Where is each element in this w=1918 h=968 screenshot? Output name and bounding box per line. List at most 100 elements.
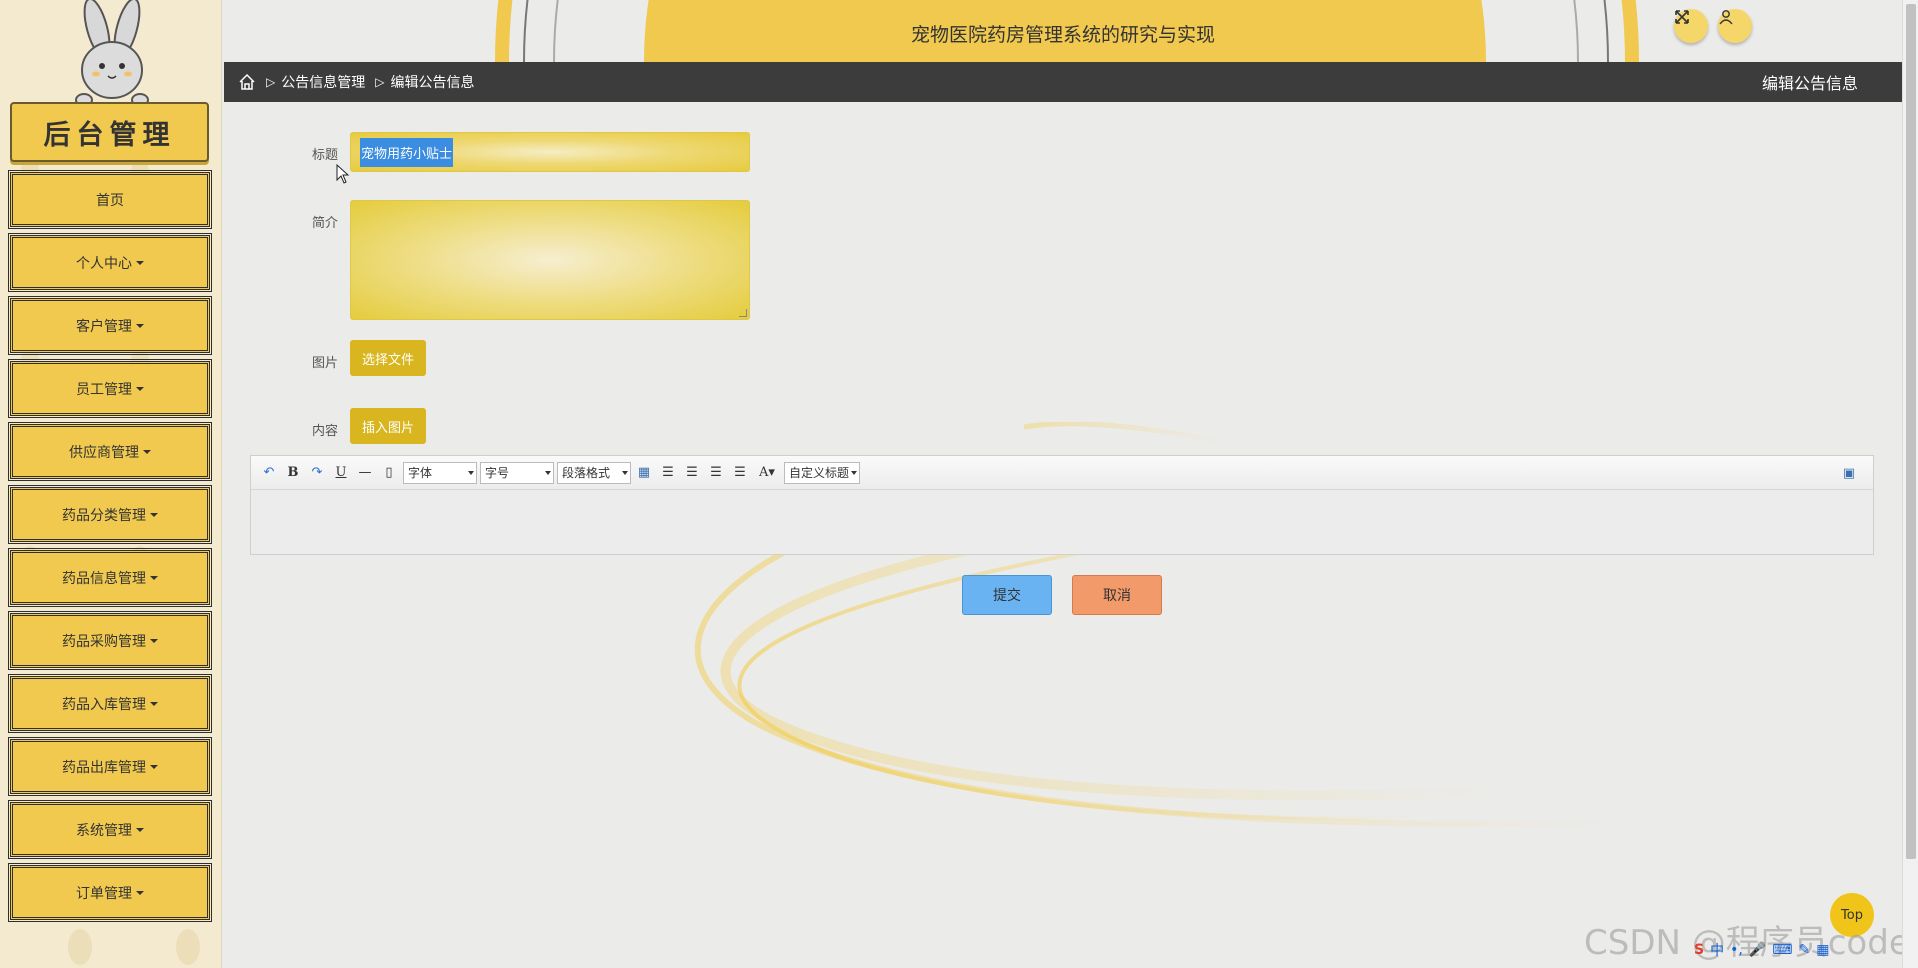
sidebar-item-label: 订单管理 bbox=[76, 885, 132, 902]
page-title: 编辑公告信息 bbox=[1761, 74, 1858, 93]
breadcrumb-separator: ▷ bbox=[375, 75, 385, 89]
submit-button[interactable]: 提交 bbox=[962, 575, 1052, 615]
fullscreen-button[interactable] bbox=[1674, 9, 1708, 43]
sidebar-item-label: 药品采购管理 bbox=[62, 633, 146, 650]
text-color-icon[interactable]: A ▾ bbox=[754, 463, 780, 483]
home-icon bbox=[239, 73, 255, 90]
align-justify-icon[interactable]: ☰ bbox=[730, 463, 750, 483]
sidebar-item-7[interactable]: 药品采购管理 bbox=[8, 611, 212, 670]
choose-file-button[interactable]: 选择文件 bbox=[350, 340, 427, 376]
font-family-select-value: 字体 bbox=[408, 466, 433, 480]
main-content: 标题 宠物用药小贴士 简介 图片 选择文件 内容 插入图片 ↶ B ↷ U — … bbox=[224, 102, 1902, 968]
user-button[interactable] bbox=[1718, 9, 1752, 43]
caret-down-icon bbox=[150, 512, 158, 517]
bold-icon[interactable]: B bbox=[283, 463, 303, 483]
align-left-icon[interactable]: ☰ bbox=[658, 463, 678, 483]
paragraph-format-select-value: 段落格式 bbox=[562, 466, 611, 480]
horizontal-rule-icon[interactable]: — bbox=[355, 463, 375, 483]
scrollbar-thumb[interactable] bbox=[1906, 4, 1916, 859]
rabbit-mascot-icon bbox=[75, 0, 149, 107]
sidebar-item-label: 系统管理 bbox=[76, 822, 132, 839]
underline-icon[interactable]: U bbox=[331, 463, 351, 483]
sidebar-item-3[interactable]: 员工管理 bbox=[8, 359, 212, 418]
caret-down-icon bbox=[143, 449, 151, 454]
caret-down-icon bbox=[136, 386, 144, 391]
ime-mode-icon[interactable]: 中 bbox=[1710, 940, 1724, 960]
new-document-icon[interactable]: ▯ bbox=[379, 463, 399, 483]
sidebar-item-label: 员工管理 bbox=[76, 381, 132, 398]
align-center-icon[interactable]: ☰ bbox=[706, 463, 726, 483]
keyboard-icon[interactable]: ⌨ bbox=[1772, 942, 1792, 958]
table-icon[interactable]: ▦ bbox=[634, 463, 654, 483]
intro-label: 简介 bbox=[312, 216, 339, 231]
sidebar-item-label: 个人中心 bbox=[76, 255, 132, 272]
breadcrumb-item-notice-management[interactable]: 公告信息管理 bbox=[281, 72, 365, 92]
content-label: 内容 bbox=[312, 424, 339, 439]
sidebar-item-1[interactable]: 个人中心 bbox=[8, 233, 212, 292]
sidebar-item-4[interactable]: 供应商管理 bbox=[8, 422, 212, 481]
breadcrumb-item-edit-notice: 编辑公告信息 bbox=[390, 75, 475, 91]
intro-textarea[interactable] bbox=[350, 200, 750, 320]
ime-toolbar: S 中 •, 🎤 ⌨ ✎ ▦ bbox=[1694, 938, 1904, 962]
sidebar-menu: 首页个人中心客户管理员工管理供应商管理药品分类管理药品信息管理 药品采购管理 药品入… bbox=[8, 170, 212, 928]
title-input[interactable]: 宠物用药小贴士 bbox=[350, 132, 750, 172]
sidebar-item-2[interactable]: 客户管理 bbox=[8, 296, 212, 355]
sidebar-item-label: 药品入库管理 bbox=[62, 696, 146, 713]
rich-text-editor: ↶ B ↷ U — ▯ 字体 字号 段落格式 ▦ ☰ ☰ ☰ ☰ A ▾ 自定义标… bbox=[250, 455, 1874, 555]
sidebar-item-label: 客户管理 bbox=[76, 318, 132, 335]
cancel-button[interactable]: 取消 bbox=[1072, 575, 1162, 615]
sidebar-item-label: 首页 bbox=[96, 192, 124, 209]
vertical-scrollbar[interactable] bbox=[1902, 0, 1918, 968]
textarea-resize-handle[interactable] bbox=[739, 309, 747, 317]
caret-down-icon bbox=[150, 638, 158, 643]
user-icon bbox=[1719, 10, 1733, 25]
sidebar-item-11[interactable]: 订单管理 bbox=[8, 863, 212, 922]
sidebar-item-8[interactable]: 药品入库管理 bbox=[8, 674, 212, 733]
insert-image-button[interactable]: 插入图片 bbox=[350, 408, 427, 444]
image-label: 图片 bbox=[312, 356, 339, 371]
sidebar-item-10[interactable]: 系统管理 bbox=[8, 800, 212, 859]
align-right-icon[interactable]: ☰ bbox=[682, 463, 702, 483]
sidebar-item-label: 药品信息管理 bbox=[62, 570, 146, 587]
breadcrumb-home[interactable] bbox=[238, 73, 256, 91]
microphone-icon[interactable]: 🎤 bbox=[1749, 942, 1766, 958]
caret-down-icon bbox=[136, 260, 144, 265]
font-size-select[interactable]: 字号 bbox=[480, 461, 554, 484]
title-label: 标题 bbox=[312, 148, 339, 163]
caret-down-icon bbox=[150, 764, 158, 769]
sidebar-item-5[interactable]: 药品分类管理 bbox=[8, 485, 212, 544]
sidebar-item-label: 供应商管理 bbox=[69, 444, 139, 461]
admin-logo-text: 后台管理 bbox=[43, 119, 176, 151]
ime-punct-icon[interactable]: •, bbox=[1730, 942, 1743, 958]
sidebar-item-0[interactable]: 首页 bbox=[8, 170, 212, 229]
sidebar-item-9[interactable]: 药品出库管理 bbox=[8, 737, 212, 796]
font-size-select-value: 字号 bbox=[485, 466, 510, 480]
caret-down-icon bbox=[136, 323, 144, 328]
caret-down-icon bbox=[150, 575, 158, 580]
custom-title-select-value: 自定义标题 bbox=[789, 466, 850, 480]
redo-icon[interactable]: ↷ bbox=[307, 463, 327, 483]
title-input-value: 宠物用药小贴士 bbox=[360, 137, 454, 167]
paragraph-format-select[interactable]: 段落格式 bbox=[557, 461, 631, 484]
editor-body[interactable] bbox=[251, 490, 1873, 554]
custom-title-select[interactable]: 自定义标题 bbox=[784, 461, 860, 484]
text-color-icon-label: A bbox=[759, 465, 769, 480]
source-code-icon[interactable]: ▣ bbox=[1839, 463, 1859, 483]
toolbox-icon[interactable]: ▦ bbox=[1816, 942, 1829, 958]
skin-icon[interactable]: ✎ bbox=[1798, 942, 1810, 958]
app-title: 宠物医院药房管理系统的研究与实现 bbox=[910, 24, 1215, 46]
caret-down-icon bbox=[136, 890, 144, 895]
breadcrumb-separator: ▷ bbox=[266, 75, 276, 89]
top-header: 宠物医院药房管理系统的研究与实现 bbox=[224, 0, 1902, 62]
sidebar: 后台管理 首页个人中心客户管理员工管理供应商管理药品分类管理药品信息管理 药品采购… bbox=[0, 0, 222, 968]
caret-down-icon bbox=[150, 701, 158, 706]
sogou-logo-icon[interactable]: S bbox=[1694, 942, 1704, 958]
sidebar-item-6[interactable]: 药品信息管理 bbox=[8, 548, 212, 607]
undo-icon[interactable]: ↶ bbox=[259, 463, 279, 483]
mouse-cursor-icon bbox=[336, 164, 350, 184]
sidebar-item-label: 药品出库管理 bbox=[62, 759, 146, 776]
breadcrumb: ▷ 公告信息管理 ▷ 编辑公告信息 编辑公告信息 bbox=[224, 62, 1902, 102]
font-family-select[interactable]: 字体 bbox=[403, 461, 477, 484]
admin-logo: 后台管理 bbox=[10, 102, 209, 162]
expand-icon bbox=[1675, 10, 1689, 24]
